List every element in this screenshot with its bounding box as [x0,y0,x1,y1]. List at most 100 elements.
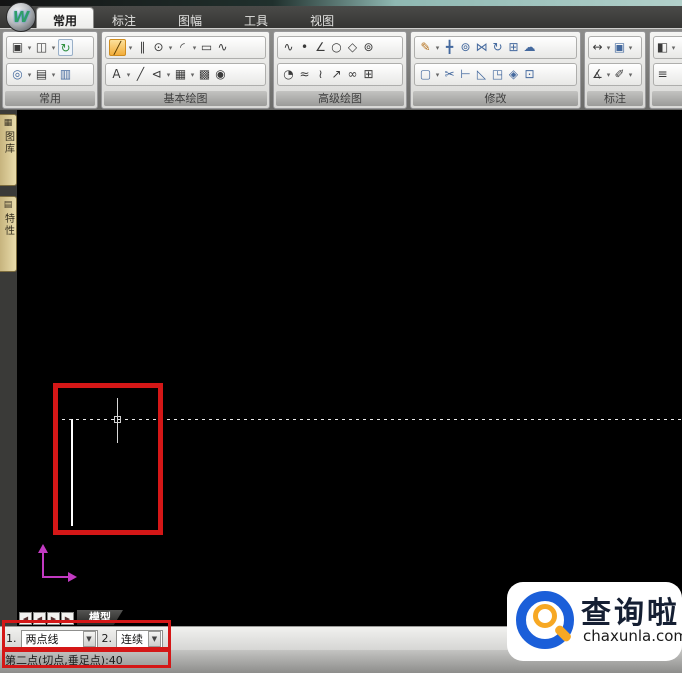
dropdown-arrow-icon[interactable]: ▾ [125,71,132,79]
line-mode-value: 两点线 [25,632,59,646]
copy-icon[interactable]: ◫ [34,39,49,56]
dropdown-arrow-icon[interactable]: ▾ [26,71,33,79]
hatch-line-icon[interactable]: ╱ [133,66,148,83]
line-tool-icon[interactable]: ╱ [109,39,126,56]
sidebar-tab-label: 图库 [2,131,14,155]
model-space-tab[interactable]: 模型 [77,610,123,625]
sheet-icon[interactable]: ◧ [655,39,670,56]
rectangle-tool-icon[interactable]: ▭ [199,39,214,56]
edit-dimension-icon[interactable]: ✐ [612,66,627,83]
dropdown-arrow-icon[interactable]: ▾ [627,44,634,52]
dropdown-arrow-icon[interactable]: ▾ [434,44,441,52]
leader-tool-icon[interactable]: ⊲ [149,66,164,83]
dropdown-arrow-icon[interactable]: ▾ [670,44,677,52]
chamfer-icon[interactable]: ◺ [474,66,489,83]
hatch-fill-icon[interactable]: ▩ [197,66,212,83]
spline-tool-icon[interactable]: ∿ [281,39,296,56]
erase-brush-icon[interactable]: ✎ [418,39,433,56]
chevron-down-icon[interactable]: ▼ [148,630,161,647]
circle-tool-icon[interactable]: ⊙ [151,39,166,56]
gear-symbol-icon[interactable]: ⊚ [361,39,376,56]
ribbon-group-label: 修改 [413,91,578,106]
point-tool-icon[interactable]: • [297,39,312,56]
ucs-axis-x [42,576,70,578]
dropdown-arrow-icon[interactable]: ▾ [26,44,33,52]
continuity-combobox[interactable]: 连续 ▼ [116,629,163,648]
parallel-line-icon[interactable]: ∥ [135,39,150,56]
coordinate-dimension-icon[interactable]: ∡ [590,66,605,83]
dropdown-arrow-icon[interactable]: ▾ [605,71,612,79]
ribbon-group-label [652,91,682,106]
nav-first-icon[interactable]: ◀ [19,612,32,625]
dimension-icon[interactable]: ↔ [590,39,605,56]
continuity-value: 连续 [121,632,143,646]
nav-next-icon[interactable]: ▶ [47,612,60,625]
copy-objects-icon[interactable]: ⊚ [458,39,473,56]
polygon-tool-icon[interactable]: ◇ [345,39,360,56]
table-stamp-icon[interactable]: ▦ [173,66,188,83]
watermark-domain: chaxunla.com [583,627,682,645]
dropdown-arrow-icon[interactable]: ▾ [189,71,196,79]
ucs-axis-x-arrow [68,572,77,582]
dropdown-arrow-icon[interactable]: ▾ [627,71,634,79]
revision-cloud-icon[interactable]: ☁ [522,39,537,56]
nav-prev-icon[interactable]: ◀ [33,612,46,625]
section-line-icon[interactable]: ≀ [313,66,328,83]
pie-hatch-icon[interactable]: ◔ [281,66,296,83]
block-insert-icon[interactable]: ▤ [34,66,49,83]
formula-curve-icon[interactable]: ⊞ [361,66,376,83]
zoom-icon[interactable]: ◎ [10,66,25,83]
ribbon-group-label: 常用 [5,91,95,106]
lineweight-icon[interactable]: ≡ [655,66,670,83]
corner-edit-icon[interactable]: ⊡ [522,66,537,83]
contour-tool-icon[interactable]: ∞ [345,66,360,83]
ribbon: ▣ ▾ ◫ ▾ ↻ ◎ ▾ ▤ ▾ ▥ 常用 ╱ ▾ ∥ ⊙ ▾ ◜ ▾ ▭ ∿ A ▾ ╱ ⊲ ▾ ▦ ▾ ▩ ◉ 基本绘图 … [0,28,682,110]
angle-line-icon[interactable]: ∠ [313,39,328,56]
title-bar: W 常用 标注 图幅 工具 视图 [0,2,682,34]
sidebar-tab-label: 特性 [2,213,14,237]
trim-icon[interactable]: ✂ [442,66,457,83]
stretch-icon[interactable]: ◳ [490,66,505,83]
dropdown-arrow-icon[interactable]: ▾ [165,71,172,79]
dropdown-arrow-icon[interactable]: ▾ [127,44,134,52]
chevron-down-icon[interactable]: ▼ [82,630,96,647]
dropdown-arrow-icon[interactable]: ▾ [50,44,57,52]
drawn-vertical-line [71,419,73,526]
rotate-icon[interactable]: ↻ [490,39,505,56]
drawing-canvas[interactable]: ◀ ◀ ▶ ▶ 模型 [17,110,682,626]
wave-line-icon[interactable]: ≈ [297,66,312,83]
line-mode-combobox[interactable]: 两点线 ▼ [20,629,98,648]
text-tool-icon[interactable]: A [109,66,124,83]
array-icon[interactable]: ⊞ [506,39,521,56]
command-prompt-text: 第二点(切点,垂足点):40 [5,654,123,667]
dropdown-arrow-icon[interactable]: ▾ [191,44,198,52]
app-logo-icon[interactable]: W [6,2,36,32]
nav-last-icon[interactable]: ▶ [61,612,74,625]
watermark-magnifier-lens-icon [533,604,557,628]
refresh-view-icon[interactable]: ↻ [58,39,73,56]
explode-icon[interactable]: ◈ [506,66,521,83]
dropdown-arrow-icon[interactable]: ▾ [167,44,174,52]
dropdown-arrow-icon[interactable]: ▾ [434,71,441,79]
dropdown-arrow-icon[interactable]: ▾ [605,44,612,52]
ellipse-tool-icon[interactable]: ○ [329,39,344,56]
mirror-icon[interactable]: ⋈ [474,39,489,56]
display-settings-icon[interactable]: ▥ [58,66,73,83]
ribbon-group-label: 标注 [587,91,643,106]
sidebar-tab-properties[interactable]: ▤ 特性 [0,196,17,272]
option1-number: 1. [6,632,17,645]
paste-icon[interactable]: ▣ [10,39,25,56]
symbol-stamp-icon[interactable]: ◉ [213,66,228,83]
ribbon-group-label: 基本绘图 [104,91,267,106]
scale-icon[interactable]: ▢ [418,66,433,83]
arrow-tool-icon[interactable]: ↗ [329,66,344,83]
polyline-tool-icon[interactable]: ∿ [215,39,230,56]
ribbon-group-basic-draw: ╱ ▾ ∥ ⊙ ▾ ◜ ▾ ▭ ∿ A ▾ ╱ ⊲ ▾ ▦ ▾ ▩ ◉ 基本绘图 [101,31,270,109]
image-label-icon[interactable]: ▣ [612,39,627,56]
arc-tool-icon[interactable]: ◜ [175,39,190,56]
cursor-pick-box [114,416,121,423]
sidebar-tab-library[interactable]: ▦ 图库 [0,114,17,186]
dropdown-arrow-icon[interactable]: ▾ [50,71,57,79]
move-icon[interactable]: ╋ [442,39,457,56]
extend-icon[interactable]: ⊢ [458,66,473,83]
